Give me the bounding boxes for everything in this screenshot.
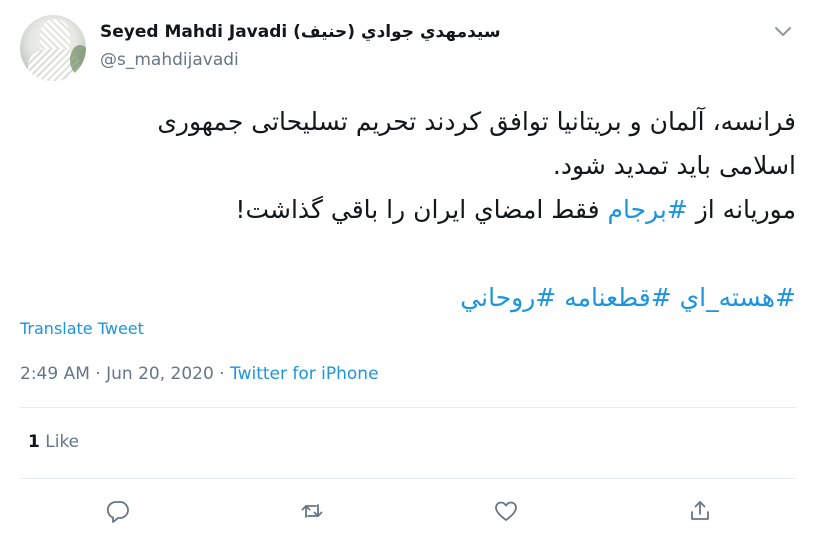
translate-tweet-link[interactable]: Translate Tweet	[20, 319, 144, 338]
avatar-background-foliage	[70, 45, 86, 75]
meta-separator: ·	[89, 364, 107, 384]
tweet-time[interactable]: 2:49 AM	[20, 364, 90, 384]
tweet-line: اسلامی باید تمدید شود.	[552, 151, 796, 180]
hashtag-link[interactable]: #هسته_اي	[680, 283, 796, 312]
share-icon[interactable]	[687, 498, 713, 524]
tweet-text-fragment: موريانه از	[687, 195, 796, 224]
hashtag-link-barjam[interactable]: #برجام	[608, 195, 688, 224]
tweet-card: Seyed Mahdi Javadi (سیدمهدي جوادي (حنيف …	[0, 0, 816, 542]
hashtag-link[interactable]: #قطعنامه	[564, 283, 671, 312]
tweet-line: موريانه از #برجام فقط امضاي ايران را باق…	[16, 188, 796, 232]
likes-count: 1	[28, 432, 40, 452]
likes-label: Like	[45, 432, 80, 452]
reply-icon[interactable]	[105, 498, 131, 524]
hashtag-link[interactable]: #روحاني	[460, 283, 556, 312]
author-display-name[interactable]: Seyed Mahdi Javadi (سیدمهدي جوادي (حنيف	[100, 22, 501, 42]
author-handle[interactable]: @s_mahdijavadi	[100, 50, 239, 70]
avatar[interactable]	[20, 15, 86, 81]
meta-separator: ·	[213, 364, 230, 384]
tweet-text: فرانسه، آلمان و بریتانیا توافق کردند تحر…	[16, 100, 796, 320]
tweet-meta: 2:49 AM · Jun 20, 2020 · Twitter for iPh…	[20, 364, 379, 384]
chevron-down-icon[interactable]	[770, 22, 796, 42]
likes-stat[interactable]: 1 Like	[28, 432, 79, 452]
tweet-text-fragment: فقط امضاي ايران را باقي گذاشت!	[235, 195, 608, 224]
heart-icon[interactable]	[493, 498, 519, 524]
tweet-source-link[interactable]: Twitter for iPhone	[230, 364, 379, 384]
divider	[20, 407, 796, 408]
hashtag-line: #هسته_اي #قطعنامه #روحاني	[16, 276, 796, 320]
divider	[20, 478, 796, 479]
tweet-line: فرانسه، آلمان و بریتانیا توافق کردند تحر…	[157, 107, 796, 136]
tweet-date[interactable]: Jun 20, 2020	[106, 364, 214, 384]
retweet-icon[interactable]	[299, 498, 325, 524]
